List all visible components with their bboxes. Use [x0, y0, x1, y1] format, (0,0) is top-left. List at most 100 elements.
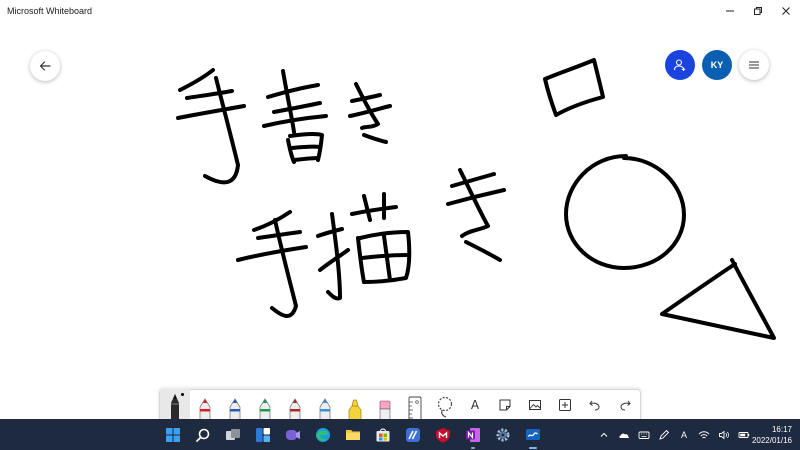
show-hidden-icons-button[interactable] — [594, 419, 614, 450]
restore-icon — [754, 6, 762, 15]
ink-char-te-2[interactable] — [236, 210, 308, 318]
wifi-icon — [698, 430, 710, 438]
ink-layer[interactable] — [0, 21, 800, 419]
text-tool[interactable]: A — [460, 389, 490, 421]
linear-app-icon — [406, 427, 420, 442]
back-button[interactable] — [30, 51, 60, 81]
linear-app-button[interactable] — [398, 419, 428, 450]
onenote-button[interactable] — [458, 419, 488, 450]
close-icon — [782, 6, 790, 15]
task-view-icon — [226, 428, 240, 440]
chat-icon — [286, 429, 300, 440]
edge-button[interactable] — [308, 419, 338, 450]
taskbar-apps — [158, 419, 548, 450]
windows-start-icon — [166, 427, 180, 442]
ime-button[interactable]: A — [674, 419, 694, 450]
keyboard-icon — [638, 431, 650, 439]
close-button[interactable] — [772, 0, 800, 21]
highlighter-icon — [348, 399, 362, 421]
eraser-icon — [379, 400, 391, 421]
lasso-select-icon — [437, 396, 453, 418]
black-pen-tool[interactable] — [160, 389, 190, 421]
settings-menu-button[interactable] — [739, 50, 769, 80]
clock[interactable]: 16:17 2022/01/16 — [752, 424, 792, 446]
battery-icon — [738, 431, 750, 438]
image-tool[interactable] — [520, 389, 550, 421]
search-button[interactable] — [188, 419, 218, 450]
whiteboard-icon — [526, 428, 540, 440]
edge-icon — [316, 427, 330, 442]
lasso-tool[interactable] — [430, 389, 460, 421]
note-tool[interactable] — [490, 389, 520, 421]
add-icon — [559, 399, 571, 411]
chat-button[interactable] — [278, 419, 308, 450]
undo-button[interactable] — [580, 389, 610, 421]
onenote-icon — [466, 427, 480, 442]
restore-button[interactable] — [744, 0, 772, 21]
volume-icon — [719, 430, 729, 439]
add-content-tool[interactable] — [550, 389, 580, 421]
inking-toolbar: A — [159, 389, 641, 422]
blue-pen-icon — [229, 398, 241, 421]
clock-time: 16:17 — [771, 425, 792, 434]
undo-icon — [589, 400, 600, 411]
mcafee-icon — [436, 427, 450, 442]
highlighter-tool[interactable] — [340, 389, 370, 421]
search-icon — [196, 428, 210, 442]
light-blue-pen-icon — [319, 398, 331, 421]
ink-char-byo[interactable] — [316, 192, 412, 301]
widgets-button[interactable] — [248, 419, 278, 450]
minimize-icon — [726, 10, 734, 11]
ruler-tool[interactable] — [400, 389, 430, 421]
selected-dot — [181, 393, 184, 396]
system-tray: A — [594, 419, 754, 450]
eraser-tool[interactable] — [370, 389, 400, 421]
redo-icon — [620, 400, 631, 411]
ruler-icon — [408, 396, 422, 421]
hamburger-icon — [749, 61, 759, 69]
touch-keyboard-button[interactable] — [634, 419, 654, 450]
pen-icon — [659, 429, 670, 440]
file-explorer-button[interactable] — [338, 419, 368, 450]
store-icon — [376, 428, 390, 441]
ink-char-ki-2[interactable] — [446, 168, 506, 262]
onedrive-icon — [619, 433, 630, 438]
ink-char-te-1[interactable] — [176, 68, 246, 185]
whiteboard-canvas[interactable]: KY — [0, 21, 800, 419]
pen-menu-button[interactable] — [654, 419, 674, 450]
clock-date: 2022/01/16 — [751, 436, 792, 445]
invite-button[interactable] — [665, 50, 695, 80]
whiteboard-taskbar-button[interactable] — [518, 419, 548, 450]
ink-circle[interactable] — [564, 154, 686, 270]
ink-triangle[interactable] — [660, 258, 776, 340]
folder-icon — [346, 429, 360, 440]
red-pen-icon — [199, 398, 211, 421]
task-view-button[interactable] — [218, 419, 248, 450]
dark-red-pen-icon — [289, 398, 301, 421]
green-pen-icon — [259, 398, 271, 421]
network-button[interactable] — [694, 419, 714, 450]
user-avatar[interactable]: KY — [702, 50, 732, 80]
chevron-up-icon — [600, 432, 608, 437]
window-title: Microsoft Whiteboard — [7, 5, 93, 16]
green-pen-tool[interactable] — [250, 389, 280, 421]
minimize-button[interactable] — [716, 0, 744, 21]
red-pen-tool[interactable] — [190, 389, 220, 421]
light-blue-pen-tool[interactable] — [310, 389, 340, 421]
blue-pen-tool[interactable] — [220, 389, 250, 421]
text-tool-label: A — [470, 398, 480, 412]
mcafee-button[interactable] — [428, 419, 458, 450]
settings-button[interactable] — [488, 419, 518, 450]
dark-red-pen-tool[interactable] — [280, 389, 310, 421]
person-add-icon — [673, 59, 686, 71]
redo-button[interactable] — [610, 389, 640, 421]
start-button[interactable] — [158, 419, 188, 450]
store-button[interactable] — [368, 419, 398, 450]
ink-char-ki-1[interactable] — [348, 82, 392, 144]
gear-icon — [496, 428, 510, 441]
ink-square[interactable] — [543, 58, 605, 117]
onedrive-tray-button[interactable] — [614, 419, 634, 450]
widgets-icon — [256, 427, 270, 442]
volume-button[interactable] — [714, 419, 734, 450]
ink-char-sho[interactable] — [262, 69, 328, 164]
